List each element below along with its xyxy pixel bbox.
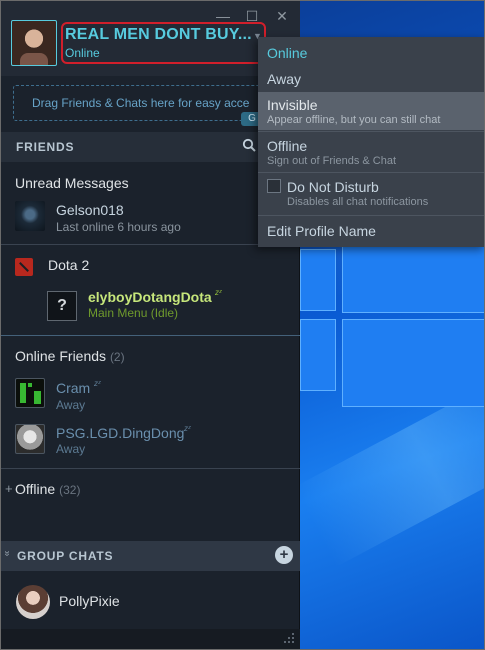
offline-count: (32) bbox=[59, 483, 81, 497]
menu-item-label: Invisible bbox=[267, 97, 318, 113]
friend-name[interactable]: Gelson018 bbox=[56, 202, 124, 218]
friend-status: Last online 6 hours ago bbox=[56, 220, 181, 234]
search-icon[interactable] bbox=[242, 138, 256, 152]
profile-username[interactable]: REAL MEN DONT BUY... bbox=[65, 26, 252, 44]
profile-avatar[interactable] bbox=[11, 20, 57, 66]
menu-item-label: Offline bbox=[267, 138, 308, 154]
menu-item-offline[interactable]: Offline Sign out of Friends & Chat bbox=[258, 132, 484, 172]
close-button[interactable]: ✕ bbox=[273, 7, 291, 25]
divider bbox=[1, 335, 300, 336]
menu-item-description: Appear offline, but you can still chat bbox=[267, 114, 441, 126]
avatar[interactable] bbox=[15, 424, 45, 454]
maximize-button[interactable]: ☐ bbox=[243, 7, 261, 25]
offline-label: Offline bbox=[15, 481, 56, 497]
add-group-chat-button[interactable]: + bbox=[275, 546, 293, 564]
game-group-title[interactable]: Dota 2 bbox=[48, 257, 89, 273]
window-logo-pane bbox=[342, 241, 484, 313]
minimize-button[interactable]: — bbox=[214, 7, 232, 25]
friends-window: REAL MEN DONT BUY... Online ▼ — ☐ ✕ Drag… bbox=[1, 1, 313, 649]
window-logo-pane bbox=[300, 249, 336, 311]
menu-item-invisible[interactable]: Invisible Appear offline, but you can st… bbox=[258, 92, 484, 130]
away-zz-icon: zᶻ bbox=[184, 424, 191, 433]
status-menu: Online Away Invisible Appear offline, bu… bbox=[258, 37, 484, 247]
menu-item-label: Edit Profile Name bbox=[267, 223, 376, 239]
divider bbox=[1, 244, 300, 245]
menu-item-label: Away bbox=[267, 71, 301, 87]
screenshot-frame: REAL MEN DONT BUY... Online ▼ — ☐ ✕ Drag… bbox=[0, 0, 485, 650]
friend-name[interactable]: Cram bbox=[56, 380, 90, 396]
menu-item-away[interactable]: Away bbox=[258, 65, 484, 91]
menu-item-edit-profile-name[interactable]: Edit Profile Name bbox=[258, 216, 484, 247]
menu-item-label: Online bbox=[267, 45, 308, 61]
away-zz-icon: zᶻ bbox=[94, 379, 101, 388]
friend-status: Away bbox=[56, 398, 86, 412]
avatar[interactable] bbox=[15, 201, 45, 231]
do-not-disturb-checkbox[interactable] bbox=[267, 179, 281, 193]
online-friends-count: (2) bbox=[109, 350, 125, 364]
friend-name[interactable]: elyboyDotangDota bbox=[88, 289, 212, 305]
menu-item-description: Sign out of Friends & Chat bbox=[267, 155, 397, 167]
profile-status: Online bbox=[65, 46, 100, 60]
avatar[interactable] bbox=[16, 585, 50, 619]
group-chats-header[interactable]: GROUP CHATS bbox=[1, 541, 300, 571]
divider bbox=[1, 468, 300, 469]
menu-item-label: Do Not Disturb bbox=[287, 179, 379, 195]
idle-zz-icon: zᶻ bbox=[215, 288, 222, 297]
window-logo-pane bbox=[300, 319, 336, 391]
collapse-chevron-icon[interactable]: » bbox=[1, 551, 12, 557]
friend-name[interactable]: PSG.LGD.DingDong bbox=[56, 425, 184, 441]
menu-item-online[interactable]: Online bbox=[258, 37, 484, 65]
avatar[interactable]: ? bbox=[47, 291, 77, 321]
online-friends-label: Online Friends bbox=[15, 348, 107, 364]
friend-status: Main Menu (Idle) bbox=[88, 306, 179, 320]
window-logo-pane bbox=[342, 319, 484, 407]
group-chat-name[interactable]: PollyPixie bbox=[59, 593, 120, 609]
resize-grip-icon[interactable] bbox=[283, 632, 295, 644]
online-friends-title: Online Friends (2) bbox=[15, 348, 125, 364]
dota2-game-icon bbox=[15, 258, 33, 276]
avatar[interactable] bbox=[15, 378, 45, 408]
unread-messages-title: Unread Messages bbox=[15, 175, 129, 191]
menu-item-do-not-disturb[interactable]: Do Not Disturb Disables all chat notific… bbox=[258, 173, 484, 215]
window-footer bbox=[1, 629, 300, 649]
menu-item-description: Disables all chat notifications bbox=[287, 196, 429, 208]
offline-section-title[interactable]: Offline (32) bbox=[15, 481, 80, 497]
expand-offline-icon[interactable]: + bbox=[5, 481, 13, 496]
friend-status: Away bbox=[56, 442, 86, 456]
